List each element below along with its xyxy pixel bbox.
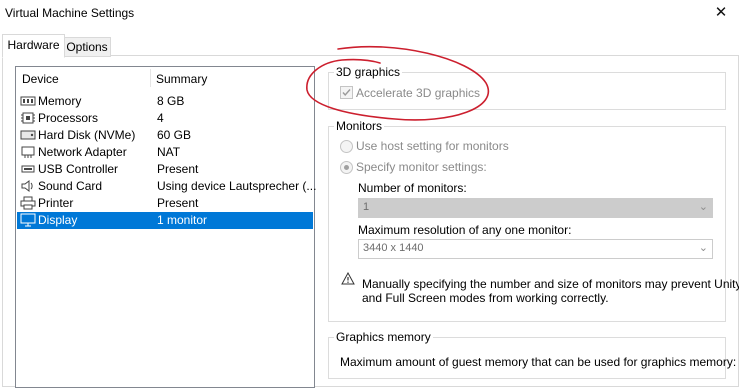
device-name: Hard Disk (NVMe) bbox=[38, 128, 136, 142]
device-row-network-adapter[interactable]: Network Adapter NAT bbox=[17, 144, 313, 161]
number-of-monitors-value: 1 bbox=[363, 201, 370, 213]
max-resolution-label: Maximum resolution of any one monitor: bbox=[358, 223, 572, 237]
device-name: Printer bbox=[38, 196, 74, 210]
device-summary: 4 bbox=[157, 111, 164, 125]
graphics-memory-description: Maximum amount of guest memory that can … bbox=[340, 355, 737, 369]
monitor-warning-line-1: Manually specifying the number and size … bbox=[362, 277, 739, 291]
device-row-memory[interactable]: Memory 8 GB bbox=[17, 93, 313, 110]
usb-controller-icon bbox=[21, 165, 35, 173]
device-name: Network Adapter bbox=[38, 145, 127, 159]
device-row-hard-disk[interactable]: Hard Disk (NVMe) 60 GB bbox=[17, 127, 313, 144]
tab-hardware[interactable]: Hardware bbox=[2, 34, 65, 58]
device-list[interactable]: Device Summary Memory 8 GB Processors 4 … bbox=[15, 66, 317, 388]
device-row-processors[interactable]: Processors 4 bbox=[17, 110, 313, 127]
number-of-monitors-select[interactable]: 1 ⌄ bbox=[358, 198, 713, 218]
device-row-sound-card[interactable]: Sound Card Using device Lautsprecher (..… bbox=[17, 178, 317, 195]
device-row-usb-controller[interactable]: USB Controller Present bbox=[17, 161, 313, 178]
close-button[interactable]: ✕ bbox=[709, 2, 733, 24]
device-summary: Present bbox=[157, 162, 199, 176]
device-row-display[interactable]: Display 1 monitor bbox=[17, 212, 313, 229]
checkmark-icon bbox=[342, 89, 351, 97]
max-resolution-select[interactable]: 3440 x 1440 ⌄ bbox=[358, 239, 713, 259]
column-separator[interactable] bbox=[150, 69, 151, 87]
chevron-down-icon: ⌄ bbox=[698, 242, 708, 254]
window-title: Virtual Machine Settings bbox=[5, 6, 135, 20]
device-name: Display bbox=[38, 213, 78, 227]
device-name: USB Controller bbox=[38, 162, 119, 176]
number-of-monitors-label: Number of monitors: bbox=[358, 181, 467, 195]
max-resolution-value: 3440 x 1440 bbox=[363, 242, 424, 254]
tab-options[interactable]: Options bbox=[63, 37, 111, 57]
group-label-graphics-memory: Graphics memory bbox=[334, 330, 433, 344]
device-name: Sound Card bbox=[38, 179, 103, 193]
use-host-setting-radio[interactable] bbox=[340, 140, 353, 153]
device-summary: 1 monitor bbox=[157, 213, 208, 227]
specify-monitor-settings-label: Specify monitor settings: bbox=[356, 160, 487, 174]
device-summary: 60 GB bbox=[157, 128, 192, 142]
hard-disk-icon bbox=[20, 130, 36, 140]
device-name: Processors bbox=[38, 111, 99, 125]
device-summary: Present bbox=[157, 196, 199, 210]
sound-card-icon bbox=[21, 180, 33, 192]
display-icon bbox=[20, 213, 36, 227]
device-row-printer[interactable]: Printer Present bbox=[17, 195, 313, 212]
group-label-3d-graphics: 3D graphics bbox=[334, 65, 403, 79]
device-summary: Using device Lautsprecher (... bbox=[157, 179, 317, 193]
use-host-setting-label: Use host setting for monitors bbox=[356, 139, 509, 153]
group-label-monitors: Monitors bbox=[334, 119, 385, 133]
monitor-warning-line-2: and Full Screen modes from working corre… bbox=[362, 291, 609, 305]
warning-icon bbox=[341, 272, 355, 285]
device-summary: 8 GB bbox=[157, 94, 185, 108]
device-summary: NAT bbox=[157, 145, 181, 159]
chevron-down-icon: ⌄ bbox=[698, 201, 708, 213]
memory-icon bbox=[20, 96, 36, 106]
accelerate-3d-label: Accelerate 3D graphics bbox=[356, 86, 481, 100]
network-adapter-icon bbox=[21, 146, 35, 158]
specify-monitor-settings-radio[interactable] bbox=[340, 161, 353, 174]
title-bar: Virtual Machine Settings ✕ bbox=[0, 0, 739, 30]
processor-icon bbox=[21, 112, 35, 124]
accelerate-3d-checkbox[interactable] bbox=[340, 86, 353, 99]
column-header-summary[interactable]: Summary bbox=[156, 72, 207, 86]
device-name: Memory bbox=[38, 94, 82, 108]
column-header-device[interactable]: Device bbox=[22, 72, 59, 86]
printer-icon bbox=[20, 196, 36, 210]
